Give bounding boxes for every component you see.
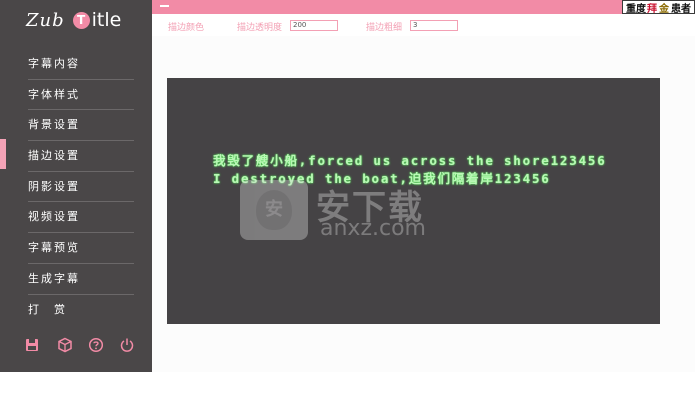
sidebar-item-label: 字幕预览 <box>28 241 80 255</box>
banner-text-4: 患者 <box>671 3 691 15</box>
sidebar-item-label: 阴影设置 <box>28 179 80 193</box>
power-icon[interactable] <box>117 335 137 355</box>
watermark-shield-char: 安 <box>256 190 292 230</box>
watermark: 安 安下载 anxz.com <box>240 180 455 242</box>
logo-text-itle: itle <box>91 9 122 31</box>
logo-text-zub: Zub <box>26 9 65 31</box>
sidebar-item-label: 描边设置 <box>28 149 80 163</box>
stroke-controls: 描边颜色 描边透明度 200 描边粗细 3 <box>152 14 695 36</box>
title-bar: 重度 拜 金 患者 <box>152 0 695 15</box>
minimize-icon <box>160 5 169 7</box>
banner-badge: 重度 拜 金 患者 <box>622 0 695 15</box>
sidebar-toolbar <box>22 335 142 357</box>
preview-subtitle-line-1: 我毁了艘小船,forced us across the shore123456 <box>213 153 607 168</box>
stroke-width-label: 描边粗细 <box>366 23 403 33</box>
sidebar-item-shadow-settings[interactable]: 阴影设置 <box>0 172 152 203</box>
stroke-opacity-label: 描边透明度 <box>237 23 283 33</box>
stroke-width-input[interactable]: 3 <box>410 20 458 31</box>
sidebar-item-video-settings[interactable]: 视频设置 <box>0 202 152 234</box>
sidebar-item-label: 背景设置 <box>28 118 80 132</box>
sidebar-item-label: 生成字幕 <box>28 271 80 285</box>
sidebar-item-label: 字体样式 <box>28 87 80 101</box>
sidebar-item-background-settings[interactable]: 背景设置 <box>0 110 152 142</box>
logo-circle-t: T <box>72 11 90 29</box>
bottom-strip <box>0 372 695 402</box>
app-logo: Zub T itle <box>26 7 121 33</box>
sidebar-item-label: 打 赏 <box>28 302 67 316</box>
stroke-opacity-input[interactable]: 200 <box>290 20 338 31</box>
save-icon[interactable] <box>22 335 42 355</box>
sidebar-item-donate[interactable]: 打 赏 <box>0 295 152 326</box>
sidebar-item-subtitle-content[interactable]: 字幕内容 <box>0 49 152 80</box>
sidebar-item-subtitle-preview[interactable]: 字幕预览 <box>0 233 152 264</box>
watermark-url: anxz.com <box>320 216 426 241</box>
sidebar-item-label: 字幕内容 <box>28 57 80 70</box>
minimize-button[interactable] <box>158 0 172 10</box>
sidebar-item-generate-subtitle[interactable]: 生成字幕 <box>0 264 152 295</box>
sidebar-item-stroke-settings[interactable]: 描边设置 <box>0 139 152 172</box>
sidebar: Zub T itle 字幕内容 字体样式 背景设置 描边设置 阴影设置 视频设置 <box>0 0 152 372</box>
help-icon[interactable] <box>86 335 106 355</box>
shield-icon: 安 <box>240 180 308 240</box>
sidebar-menu: 字幕内容 字体样式 背景设置 描边设置 阴影设置 视频设置 字幕预览 生成字幕 <box>0 49 152 325</box>
banner-text-3: 金 <box>659 3 669 15</box>
banner-text-1: 重度 <box>626 3 646 15</box>
stroke-color-label[interactable]: 描边颜色 <box>168 20 204 33</box>
banner-text-2: 拜 <box>647 3 657 15</box>
sidebar-item-label: 视频设置 <box>28 210 80 224</box>
package-icon[interactable] <box>55 335 75 355</box>
sidebar-item-font-style[interactable]: 字体样式 <box>0 80 152 111</box>
